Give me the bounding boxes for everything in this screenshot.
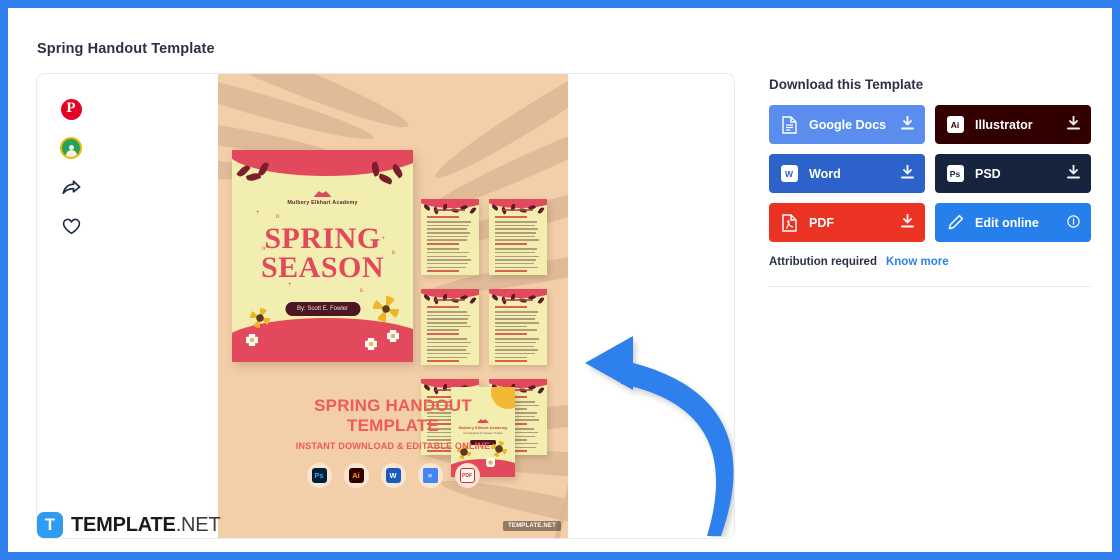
flower-decor bbox=[246, 334, 258, 346]
download-button-label: Illustrator bbox=[975, 117, 1033, 132]
pinterest-icon[interactable]: P bbox=[58, 96, 84, 122]
know-more-link[interactable]: Know more bbox=[886, 256, 949, 268]
download-arrow-icon bbox=[1067, 115, 1080, 133]
cover-title-line1: SPRING bbox=[264, 222, 381, 255]
panel-divider bbox=[769, 286, 1091, 287]
poster-caption: SPRING HANDOUT TEMPLATE INSTANT DOWNLOAD… bbox=[218, 396, 568, 451]
download-button-label: PDF bbox=[809, 215, 834, 230]
logo-mark-icon: T bbox=[37, 512, 63, 538]
logo-text: TEMPLATE.NET bbox=[71, 513, 221, 537]
word-icon: W bbox=[380, 463, 406, 488]
download-buttons: Google Docs Ai Illustrator W Word Ps PSD bbox=[769, 105, 1091, 242]
poster-cover-page: Mulbery Elkhart Academy SPRING SEASON By… bbox=[232, 150, 413, 362]
download-word-button[interactable]: W Word bbox=[769, 154, 925, 193]
attribution-text: Attribution required bbox=[769, 256, 877, 268]
inner-page-thumb bbox=[489, 199, 547, 275]
download-pdf-button[interactable]: PDF bbox=[769, 203, 925, 242]
poster-watermark: TEMPLATE.NET bbox=[503, 521, 561, 531]
cover-title: SPRING SEASON bbox=[232, 222, 413, 284]
template-preview-card: P Mulbery Elkhart Academy SPRING SEASON … bbox=[36, 73, 735, 539]
caption-line-1: SPRING HANDOUT bbox=[314, 396, 472, 415]
app-page: Spring Handout Template P Mulbery Elkhar… bbox=[8, 8, 1112, 552]
inner-page-thumb bbox=[421, 199, 479, 275]
sunflower-decor bbox=[250, 308, 270, 328]
cover-academy-name: Mulbery Elkhart Academy bbox=[287, 200, 358, 206]
photoshop-icon: Ps bbox=[306, 463, 332, 488]
download-button-label: PSD bbox=[975, 166, 1001, 181]
download-heading: Download this Template bbox=[769, 77, 924, 92]
cover-academy-logo: Mulbery Elkhart Academy bbox=[232, 188, 413, 206]
download-illustrator-button[interactable]: Ai Illustrator bbox=[935, 105, 1091, 144]
info-icon[interactable] bbox=[1067, 214, 1080, 231]
share-icon[interactable] bbox=[58, 174, 84, 200]
caption-line-2: TEMPLATE bbox=[347, 416, 439, 435]
photoshop-icon: Ps bbox=[946, 165, 964, 183]
download-arrow-icon bbox=[1067, 164, 1080, 182]
curved-arrow-annotation bbox=[581, 332, 734, 538]
download-arrow-icon bbox=[901, 213, 914, 231]
download-arrow-icon bbox=[901, 115, 914, 133]
google-docs-icon: ≡ bbox=[417, 463, 443, 488]
pinterest-glyph: P bbox=[60, 98, 82, 120]
envato-icon[interactable] bbox=[58, 135, 84, 161]
illustrator-icon: Ai bbox=[343, 463, 369, 488]
edit-online-label: Edit online bbox=[975, 215, 1039, 230]
cover-title-line2: SEASON bbox=[260, 251, 385, 284]
google-docs-icon bbox=[780, 115, 798, 134]
sunflower-decor bbox=[373, 296, 399, 322]
inner-page-thumb bbox=[421, 289, 479, 365]
cover-byline: By: Scott E. Fowler bbox=[284, 302, 361, 316]
logo-tld: .NET bbox=[175, 513, 221, 536]
logo-name: TEMPLATE bbox=[71, 513, 176, 536]
academy-mark-icon bbox=[313, 191, 332, 197]
poster-format-icons: Ps Ai W ≡ PDF bbox=[218, 463, 568, 488]
download-arrow-icon bbox=[901, 164, 914, 182]
caption-subtitle: INSTANT DOWNLOAD & EDITABLE ONLINE bbox=[295, 441, 491, 451]
download-button-label: Word bbox=[809, 166, 841, 181]
favorite-icon[interactable] bbox=[58, 213, 84, 239]
flower-decor bbox=[365, 338, 377, 350]
flower-decor bbox=[387, 330, 399, 342]
social-share-rail: P bbox=[37, 74, 211, 538]
download-button-label: Google Docs bbox=[809, 117, 887, 132]
download-google-docs-button[interactable]: Google Docs bbox=[769, 105, 925, 144]
pdf-icon bbox=[780, 213, 798, 232]
edit-online-button[interactable]: Edit online bbox=[935, 203, 1091, 242]
pencil-icon bbox=[946, 214, 964, 232]
download-psd-button[interactable]: Ps PSD bbox=[935, 154, 1091, 193]
envato-glyph bbox=[60, 137, 82, 159]
template-net-logo[interactable]: T TEMPLATE.NET bbox=[37, 512, 221, 538]
illustrator-icon: Ai bbox=[946, 116, 964, 134]
attribution-notice: Attribution required Know more bbox=[769, 256, 949, 268]
inner-page-thumb bbox=[489, 289, 547, 365]
page-title: Spring Handout Template bbox=[37, 41, 215, 57]
template-poster-image[interactable]: Mulbery Elkhart Academy SPRING SEASON By… bbox=[218, 74, 568, 538]
word-icon: W bbox=[780, 165, 798, 183]
pdf-icon: PDF bbox=[454, 463, 480, 488]
